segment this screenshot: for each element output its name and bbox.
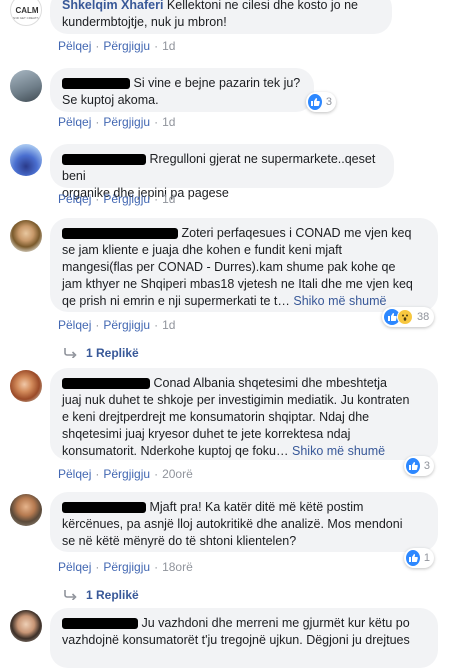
comment-bubble: Conad Albania shqetesimi dhe mbeshtetja … (50, 368, 438, 460)
like-link[interactable]: Pëlqej (58, 467, 91, 481)
redacted-author (62, 502, 146, 514)
comment-text: kërcënues, pa asnjë lloj autokritikë dhe… (62, 517, 403, 531)
comment-text: Ju vazhdoni dhe merreni me gjurmët kur k… (141, 616, 410, 630)
separator: · (154, 318, 159, 332)
like-link[interactable]: Pëlqej (58, 39, 91, 53)
wow-icon (397, 309, 413, 325)
comment-text: mangesi(flas per CONAD - Durres).kam shu… (62, 260, 396, 274)
separator: · (95, 318, 100, 332)
reply-link[interactable]: Përgjigju (103, 560, 150, 574)
comment-text: Kellektoni ne cilesi dhe kosto jo ne (166, 0, 359, 12)
redacted-author (62, 618, 138, 630)
reaction-summary[interactable]: 1 (404, 548, 434, 568)
separator: · (95, 192, 100, 206)
reaction-summary[interactable]: 3 (306, 92, 336, 112)
comment-text: Se kuptoj akoma. (62, 93, 159, 107)
svg-text:AND GET CREATIVE: AND GET CREATIVE (13, 16, 42, 20)
reply-link[interactable]: Përgjigju (103, 467, 150, 481)
like-link[interactable]: Pëlqej (58, 192, 91, 206)
separator: · (95, 560, 100, 574)
timestamp[interactable]: 18orë (162, 560, 193, 574)
comment-bubble: Shkelqim Xhaferi Kellektoni ne cilesi dh… (50, 0, 392, 34)
separator: · (95, 39, 100, 53)
avatar[interactable]: CALM AND GET CREATIVE (10, 0, 42, 26)
avatar[interactable] (10, 494, 42, 526)
reaction-count: 1 (423, 552, 430, 564)
comment-text: kundermbtojtje, nuk ju mbron! (62, 15, 227, 29)
like-icon (406, 550, 420, 566)
comment-text: vazhdojnë konsumatorët t'ju tregojnë ujk… (62, 633, 410, 647)
reaction-count: 3 (423, 460, 430, 472)
timestamp[interactable]: 1d (162, 192, 175, 206)
comment-bubble: Ju vazhdoni dhe merreni me gjurmët kur k… (50, 608, 438, 668)
comment-actions: Pëlqej · Përgjigju · 1d (58, 192, 175, 206)
avatar[interactable] (10, 70, 42, 102)
reply-arrow-icon (64, 348, 77, 358)
comment-text: konsumatorit. Nderkohe kuptoj qe foku… (62, 444, 289, 458)
redacted-author (62, 378, 150, 390)
comment-actions: Pëlqej · Përgjigju · 1d (58, 39, 175, 53)
redacted-author (62, 154, 146, 166)
comment-text: se në këtë mënyrë do të shtoni klientele… (62, 534, 297, 548)
comment-actions: Pëlqej · Përgjigju · 20orë (58, 467, 193, 481)
like-link[interactable]: Pëlqej (58, 318, 91, 332)
avatar[interactable] (10, 144, 42, 176)
reaction-count: 38 (417, 311, 430, 323)
reply-link[interactable]: Përgjigju (103, 318, 150, 332)
comment-text: Zoteri perfaqesues i CONAD me vjen keq (181, 226, 412, 240)
reply-link[interactable]: Përgjigju (103, 115, 150, 129)
reaction-summary[interactable]: 38 (382, 307, 434, 327)
separator: · (95, 115, 100, 129)
reply-arrow-icon (64, 590, 77, 600)
comment-text: qe prish ni emrin e nji supermerkati te … (62, 294, 290, 308)
comment-text: e keni drejtperdrejt me konsumatorin shq… (62, 410, 370, 424)
comment-text: Si vine e bejne pazarin tek ju? (133, 76, 301, 90)
comment-actions: Pëlqej · Përgjigju · 1d (58, 318, 175, 332)
separator: · (154, 192, 159, 206)
separator: · (154, 39, 159, 53)
redacted-author (62, 78, 130, 90)
avatar[interactable] (10, 220, 42, 252)
comment-bubble: Mjaft pra! Ka katër ditë më këtë postim … (50, 492, 438, 552)
redacted-author (62, 228, 178, 240)
reply-link[interactable]: Përgjigju (103, 39, 150, 53)
comment-actions: Pëlqej · Përgjigju · 18orë (58, 560, 193, 574)
reply-link[interactable]: Përgjigju (103, 192, 150, 206)
comment-author[interactable]: Shkelqim Xhaferi (62, 0, 163, 12)
comment-actions: Pëlqej · Përgjigju · 1d (58, 115, 175, 129)
like-link[interactable]: Pëlqej (58, 560, 91, 574)
timestamp[interactable]: 20orë (162, 467, 193, 481)
comment-bubble: Rregulloni gjerat ne supermarkete..qeset… (50, 144, 394, 200)
view-replies-link[interactable]: 1 Replikë (64, 588, 139, 602)
separator: · (95, 467, 100, 481)
comment-bubble: Si vine e bejne pazarin tek ju? Se kupto… (50, 68, 314, 112)
timestamp[interactable]: 1d (162, 115, 175, 129)
timestamp[interactable]: 1d (162, 39, 175, 53)
reaction-count: 3 (325, 96, 332, 108)
separator: · (154, 467, 159, 481)
comment-text: se jam kliente e juaja dhe kohen e fundi… (62, 243, 343, 257)
reaction-summary[interactable]: 3 (404, 456, 434, 476)
comment-text: Mjaft pra! Ka katër ditë më këtë postim (149, 500, 364, 514)
comment-text: jam kthyer ne Shqiperi mbas18 vjetesh ne… (62, 277, 413, 291)
comment-text: juaj nuk duhet te shkoje per investigimi… (62, 393, 410, 407)
replies-count: 1 Replikë (86, 588, 139, 602)
replies-count: 1 Replikë (86, 346, 139, 360)
avatar[interactable] (10, 370, 42, 402)
timestamp[interactable]: 1d (162, 318, 175, 332)
comment-text: shqetesimi juaj kryesor duhet te jete ko… (62, 427, 351, 441)
calm-logo-icon: CALM AND GET CREATIVE (13, 6, 42, 20)
view-replies-link[interactable]: 1 Replikë (64, 346, 139, 360)
like-icon (406, 458, 420, 474)
like-icon (308, 94, 322, 110)
avatar[interactable] (10, 610, 42, 642)
like-link[interactable]: Pëlqej (58, 115, 91, 129)
separator: · (154, 115, 159, 129)
see-more-link[interactable]: Shiko më shumë (293, 294, 386, 308)
comment-text: Conad Albania shqetesimi dhe mbeshtetja (153, 376, 387, 390)
comment-bubble: Zoteri perfaqesues i CONAD me vjen keq s… (50, 218, 438, 312)
separator: · (154, 560, 159, 574)
see-more-link[interactable]: Shiko më shumë (292, 444, 385, 458)
svg-text:CALM: CALM (15, 6, 38, 15)
